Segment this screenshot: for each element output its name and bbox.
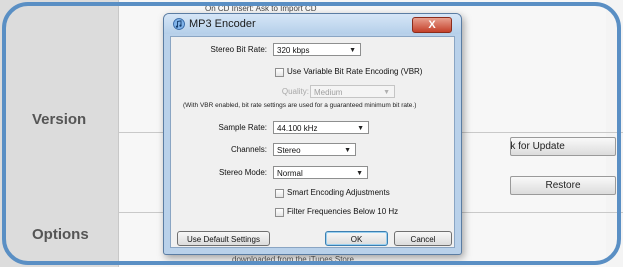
use-default-settings-button[interactable]: Use Default Settings: [177, 231, 270, 246]
channels-select[interactable]: Stereo ▼: [273, 143, 356, 156]
section-options: Options: [32, 226, 89, 243]
channels-value: Stereo: [277, 146, 301, 155]
channels-label: Channels:: [230, 145, 267, 154]
footer-note: downloaded from the iTunes Store.: [232, 255, 357, 264]
stereo-mode-select[interactable]: Normal ▼: [273, 166, 368, 179]
cd-insert-setting: On CD Insert: Ask to Import CD: [205, 4, 317, 13]
sample-rate-select[interactable]: 44.100 kHz ▼: [273, 121, 369, 134]
sample-rate-label: Sample Rate:: [218, 123, 267, 132]
vbr-checkbox[interactable]: [275, 68, 284, 77]
chevron-down-icon: ▼: [383, 89, 390, 96]
chevron-down-icon: ▼: [344, 147, 351, 154]
close-button[interactable]: X: [412, 17, 452, 33]
smart-encoding-label: Smart Encoding Adjustments: [287, 188, 390, 197]
dialog-title: MP3 Encoder: [189, 18, 256, 30]
restore-button[interactable]: Restore: [510, 176, 616, 195]
mp3-encoder-dialog: MP3 Encoder X Stereo Bit Rate: 320 kbps …: [163, 13, 462, 255]
itunes-note-icon: [173, 18, 185, 30]
stereo-mode-label: Stereo Mode:: [218, 168, 267, 177]
stereo-bit-rate-value: 320 kbps: [277, 46, 310, 55]
sample-rate-value: 44.100 kHz: [277, 124, 318, 133]
stereo-mode-value: Normal: [277, 169, 303, 178]
section-version: Version: [32, 111, 87, 128]
chevron-down-icon: ▼: [357, 125, 364, 132]
cancel-button[interactable]: Cancel: [394, 231, 452, 246]
filter-frequencies-label: Filter Frequencies Below 10 Hz: [287, 207, 399, 216]
chevron-down-icon: ▼: [349, 47, 356, 54]
vbr-label: Use Variable Bit Rate Encoding (VBR): [287, 67, 423, 76]
quality-select[interactable]: Medium ▼: [310, 85, 395, 98]
chevron-down-icon: ▼: [356, 170, 363, 177]
stereo-bit-rate-select[interactable]: 320 kbps ▼: [273, 43, 361, 56]
stereo-bit-rate-label: Stereo Bit Rate:: [210, 45, 267, 54]
vbr-note: (With VBR enabled, bit rate settings are…: [183, 102, 417, 109]
quality-label: Quality:: [281, 87, 309, 96]
dialog-body: Stereo Bit Rate: 320 kbps ▼ Use Variable…: [170, 36, 455, 248]
filter-frequencies-checkbox[interactable]: [275, 208, 284, 217]
dialog-titlebar[interactable]: MP3 Encoder X: [164, 14, 461, 34]
smart-encoding-checkbox[interactable]: [275, 189, 284, 198]
quality-value: Medium: [314, 88, 343, 97]
ok-button[interactable]: OK: [325, 231, 388, 246]
check-for-update-button[interactable]: Check for Update: [510, 137, 616, 156]
